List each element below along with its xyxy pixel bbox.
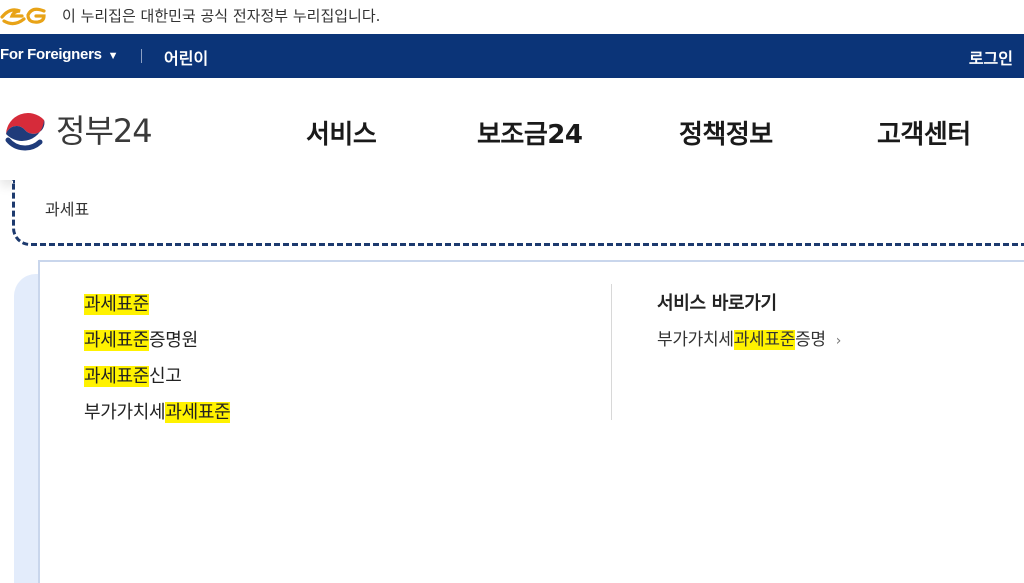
eg-logo-icon	[0, 7, 46, 26]
suggestion-rest: 신고	[149, 366, 182, 387]
suggestion-rest: 증명원	[149, 330, 198, 351]
suggestion-highlight: 과세표준	[84, 294, 150, 315]
for-foreigners-label: For Foreigners	[0, 46, 102, 63]
suggestion-highlight: 과세표준	[165, 402, 231, 423]
login-link[interactable]: 로그인	[969, 45, 1013, 69]
official-site-banner: 이 누리집은 대한민국 공식 전자정부 누리집입니다.	[0, 0, 1024, 32]
quick-link-prefix: 부가가치세	[657, 330, 734, 350]
site-header: 정부24 서비스 보조금24 정책정보 고객센터	[0, 78, 1024, 180]
nav-subsidy24[interactable]: 보조금24	[477, 114, 583, 151]
quick-link-highlight: 과세표준	[733, 330, 796, 350]
panel-divider	[611, 284, 612, 420]
quick-link-rest: 증명	[795, 330, 826, 350]
suggestion-list: 과세표준 과세표준증명원 과세표준신고 부가가치세과세표준	[84, 287, 231, 431]
caret-down-icon: ▼	[107, 50, 119, 62]
search-box	[12, 180, 1024, 246]
suggestion-item[interactable]: 과세표준증명원	[84, 323, 230, 359]
suggestion-item[interactable]: 과세표준신고	[84, 359, 230, 395]
kids-link[interactable]: 어린이	[164, 45, 208, 69]
utility-bar: For Foreigners ▼ 어린이 로그인	[0, 34, 1024, 78]
official-site-text: 이 누리집은 대한민국 공식 전자정부 누리집입니다.	[62, 7, 381, 25]
autocomplete-panel: 과세표준 과세표준증명원 과세표준신고 부가가치세과세표준 서비스 바로가기 부…	[38, 260, 1024, 583]
nav-policy-info[interactable]: 정책정보	[679, 114, 773, 151]
suggestion-highlight: 과세표준	[84, 366, 150, 387]
nav-customer-center[interactable]: 고객센터	[877, 114, 971, 151]
suggestion-item[interactable]: 과세표준	[84, 287, 230, 323]
suggestion-item[interactable]: 부가가치세과세표준	[84, 395, 231, 431]
suggestion-highlight: 과세표준	[84, 330, 150, 351]
chevron-right-icon: ›	[835, 333, 842, 349]
suggestion-prefix: 부가가치세	[84, 402, 166, 423]
main-navigation: 서비스 보조금24 정책정보 고객센터	[0, 114, 1024, 154]
quick-link-vat-certificate[interactable]: 부가가치세과세표준증명 ›	[657, 325, 841, 350]
search-input[interactable]	[45, 198, 645, 217]
nav-services[interactable]: 서비스	[306, 114, 377, 151]
for-foreigners-dropdown[interactable]: For Foreigners ▼	[0, 46, 119, 63]
quick-links-title: 서비스 바로가기	[657, 293, 777, 314]
utility-divider	[141, 49, 142, 63]
